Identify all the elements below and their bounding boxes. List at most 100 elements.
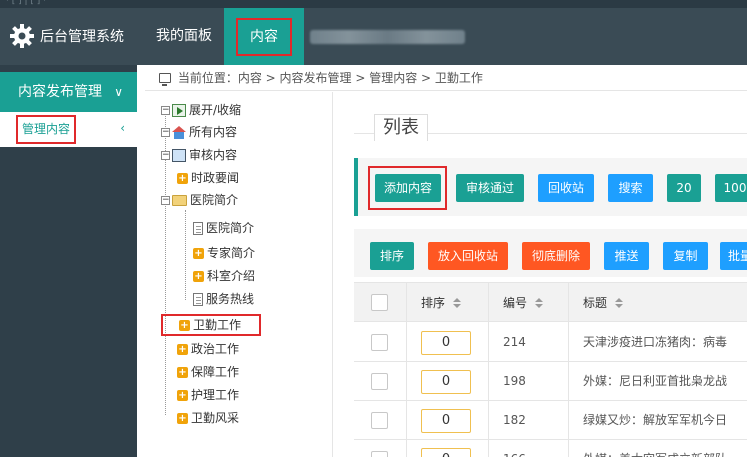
sort-order-input[interactable]: 0 [421,330,471,355]
push-button[interactable]: 推送 [604,242,649,270]
sidebar-group-content-publish[interactable]: 内容发布管理 ∨ [0,72,137,112]
tree-item-label: 护理工作 [191,388,240,402]
batch-button[interactable]: 批量 [720,242,747,270]
select-all-checkbox[interactable] [371,294,388,311]
tree-item-departments[interactable]: + 科室介绍 [193,266,255,286]
logo-text: 后台管理系统 [40,29,124,45]
move-to-recycle-button[interactable]: 放入回收站 [428,242,508,270]
tree-item-label: 保障工作 [191,365,240,379]
plus-folder-icon: + [177,172,188,184]
tree-item-label: 审核内容 [189,148,238,162]
sort-icon [615,298,624,308]
collapse-toggle-icon[interactable]: − [161,195,170,205]
delete-permanently-button[interactable]: 彻底删除 [522,242,590,270]
chevron-left-icon: ‹ [120,121,125,135]
copy-button[interactable]: 复制 [663,242,708,270]
tree-item-news[interactable]: + 时政要闻 [177,168,239,188]
monitor-icon [159,73,171,86]
tree-item-all-content[interactable]: − 所有内容 [161,122,237,142]
title-cell[interactable]: 天津涉疫进口冻猪肉：病毒 [568,323,747,362]
page-size-100-button[interactable]: 100 [715,174,747,202]
category-tree: − 展开/收缩 − 所有内容 − 审核内容 + 时政要闻 − 医院简介 医院简介… [145,92,333,457]
nav-content[interactable]: 内容 [224,8,304,65]
main-content: 列表 添加内容 审核通过 回收站 搜索 20 100 排序 放入回收站 彻底删除… [334,92,747,457]
tree-item-hotline[interactable]: 服务热线 [193,289,254,309]
tree-item-experts[interactable]: + 专家简介 [193,243,255,263]
row-checkbox[interactable] [371,373,388,390]
plus-folder-icon: + [179,319,190,331]
sort-cell: 0 [406,323,488,362]
sort-order-input[interactable]: 0 [421,408,471,433]
collapse-toggle-icon[interactable]: − [161,105,170,115]
browser-strip-text: · [ ] | [ ] · [6,0,46,6]
tree-item-label: 政治工作 [191,342,240,356]
sort-button[interactable]: 排序 [370,242,414,270]
plus-folder-icon: + [193,247,204,259]
table-header: 排序 编号 标题 [354,282,747,323]
approve-button[interactable]: 审核通过 [456,174,524,202]
plus-folder-icon: + [193,270,204,282]
document-icon [193,221,203,235]
column-header-title[interactable]: 标题 [568,283,747,323]
tree-item-label: 展开/收缩 [189,103,242,117]
page-size-20-button[interactable]: 20 [667,174,701,202]
chevron-down-icon: ∨ [114,85,123,99]
highlight-box [368,166,447,210]
expand-icon [172,103,186,117]
breadcrumb: 当前位置：内容 > 内容发布管理 > 管理内容 > 卫勤工作 [145,65,747,91]
title-cell[interactable]: 外媒：美太空军成立新部队 [568,440,747,457]
row-checkbox[interactable] [371,412,388,429]
plus-folder-icon: + [177,412,188,424]
title-cell[interactable]: 绿媒又炒：解放军军机今日 [568,401,747,440]
tree-item-expand-collapse[interactable]: − 展开/收缩 [161,100,241,120]
tree-item-support[interactable]: + 保障工作 [177,362,239,382]
folder-open-icon [172,194,187,206]
plus-folder-icon: + [177,366,188,378]
sidebar-item-manage-content[interactable]: 管理内容 ‹ [0,112,137,147]
collapse-toggle-icon[interactable]: − [161,150,170,160]
tree-item-label: 卫勤风采 [191,411,240,425]
title-cell[interactable]: 外媒：尼日利亚首批枭龙战 [568,362,747,401]
tree-item-style[interactable]: + 卫勤风采 [177,408,239,428]
row-checkbox[interactable] [371,334,388,351]
tree-item-hospital-intro-sub[interactable]: 医院简介 [193,218,254,238]
home-icon [172,125,186,139]
sort-order-input[interactable]: 0 [421,447,471,457]
table-row: 0 198 外媒：尼日利亚首批枭龙战 [354,362,747,401]
nav-my-panel[interactable]: 我的面板 [145,8,223,65]
tree-item-label: 所有内容 [189,125,238,139]
list-title-bar: 列表 [354,110,747,141]
nav-content-label: 内容 [236,18,292,56]
table-row: 0 182 绿媒又炒：解放军军机今日 [354,401,747,440]
plus-folder-icon: + [177,389,188,401]
tree-item-label: 专家简介 [207,246,256,260]
sort-order-input[interactable]: 0 [421,369,471,394]
id-cell: 166 [488,440,568,457]
id-cell: 198 [488,362,568,401]
list-title: 列表 [374,114,428,141]
sort-cell: 0 [406,440,488,457]
column-header-id[interactable]: 编号 [488,283,568,323]
breadcrumb-text: 当前位置：内容 > 内容发布管理 > 管理内容 > 卫勤工作 [177,71,483,85]
tree-item-nursing[interactable]: + 护理工作 [177,385,239,405]
browser-top-strip: · [ ] | [ ] · [0,0,747,8]
plus-folder-icon: + [177,343,188,355]
tree-guide-line [185,210,186,300]
redacted-area [310,30,465,44]
tree-item-political[interactable]: + 政治工作 [177,339,239,359]
collapse-toggle-icon[interactable]: − [161,127,170,137]
table-row: 0 214 天津涉疫进口冻猪肉：病毒 [354,323,747,362]
logo[interactable]: 后台管理系统 [10,24,124,48]
tree-item-label: 医院简介 [206,221,255,235]
tree-item-hospital-intro[interactable]: − 医院简介 [161,190,238,210]
column-header-sort[interactable]: 排序 [406,283,488,323]
row-checkbox[interactable] [371,451,388,457]
recycle-bin-button[interactable]: 回收站 [538,174,594,202]
tree-item-label: 服务热线 [206,292,255,306]
sidebar-item-label: 管理内容 [16,115,77,144]
tree-item-label: 卫勤工作 [193,318,242,332]
search-button[interactable]: 搜索 [608,174,653,202]
tree-item-medical-service[interactable]: + 卫勤工作 [161,314,262,336]
tree-item-review-content[interactable]: − 审核内容 [161,145,237,165]
sort-cell: 0 [406,362,488,401]
